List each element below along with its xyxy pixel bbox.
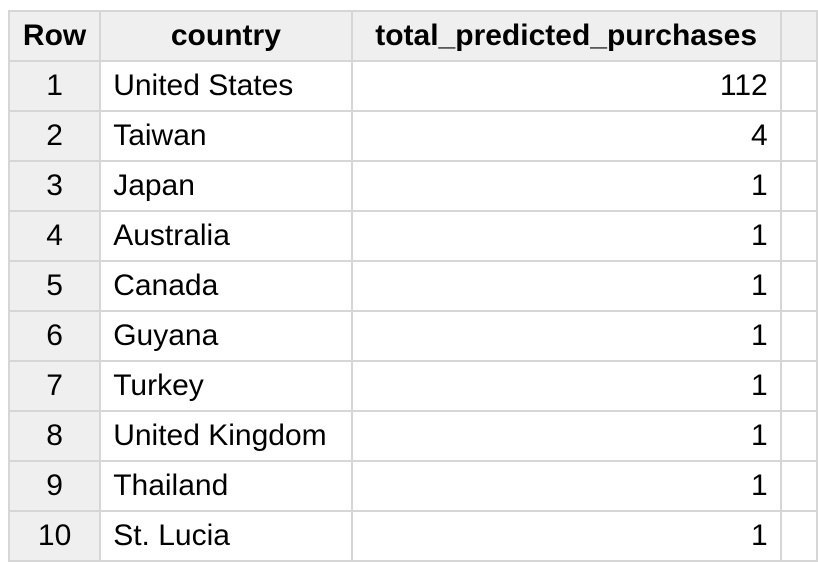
country-cell: United States (99, 60, 353, 112)
table-row: 1 United States 112 (7, 60, 818, 112)
table-body: 1 United States 112 2 Taiwan 4 3 Japan 1… (7, 60, 818, 562)
total-predicted-purchases-cell: 1 (350, 410, 782, 462)
table-row: 4 Australia 1 (7, 210, 818, 262)
empty-cell (779, 110, 818, 162)
total-predicted-purchases-cell: 1 (350, 310, 782, 362)
total-predicted-purchases-cell: 4 (350, 110, 782, 162)
empty-cell (779, 460, 818, 512)
country-cell: United Kingdom (99, 410, 353, 462)
column-header-row[interactable]: Row (7, 10, 102, 62)
table-row: 9 Thailand 1 (7, 460, 818, 512)
table-row: 5 Canada 1 (7, 260, 818, 312)
country-cell: Canada (99, 260, 353, 312)
empty-cell (779, 160, 818, 212)
row-number: 9 (7, 460, 102, 512)
column-header-empty (779, 10, 818, 62)
total-predicted-purchases-cell: 1 (350, 160, 782, 212)
table-row: 7 Turkey 1 (7, 360, 818, 412)
empty-cell (779, 310, 818, 362)
row-number: 6 (7, 310, 102, 362)
country-cell: Australia (99, 210, 353, 262)
row-number: 4 (7, 210, 102, 262)
table-row: 3 Japan 1 (7, 160, 818, 212)
empty-cell (779, 210, 818, 262)
country-cell: Thailand (99, 460, 353, 512)
country-cell: St. Lucia (99, 510, 353, 562)
row-number: 7 (7, 360, 102, 412)
table-row: 8 United Kingdom 1 (7, 410, 818, 462)
empty-cell (779, 360, 818, 412)
country-cell: Japan (99, 160, 353, 212)
empty-cell (779, 510, 818, 562)
column-header-country[interactable]: country (99, 10, 353, 62)
total-predicted-purchases-cell: 1 (350, 360, 782, 412)
query-results-table: Row country total_predicted_purchases 1 … (7, 10, 818, 562)
table-row: 6 Guyana 1 (7, 310, 818, 362)
row-number: 5 (7, 260, 102, 312)
empty-cell (779, 260, 818, 312)
row-number: 1 (7, 60, 102, 112)
total-predicted-purchases-cell: 1 (350, 210, 782, 262)
country-cell: Guyana (99, 310, 353, 362)
table-row: 10 St. Lucia 1 (7, 510, 818, 562)
row-number: 10 (7, 510, 102, 562)
total-predicted-purchases-cell: 112 (350, 60, 782, 112)
row-number: 2 (7, 110, 102, 162)
total-predicted-purchases-cell: 1 (350, 510, 782, 562)
country-cell: Turkey (99, 360, 353, 412)
total-predicted-purchases-cell: 1 (350, 460, 782, 512)
empty-cell (779, 60, 818, 112)
table-header-row: Row country total_predicted_purchases (7, 10, 818, 62)
empty-cell (779, 410, 818, 462)
row-number: 8 (7, 410, 102, 462)
total-predicted-purchases-cell: 1 (350, 260, 782, 312)
row-number: 3 (7, 160, 102, 212)
country-cell: Taiwan (99, 110, 353, 162)
column-header-total-predicted-purchases[interactable]: total_predicted_purchases (350, 10, 782, 62)
table-row: 2 Taiwan 4 (7, 110, 818, 162)
